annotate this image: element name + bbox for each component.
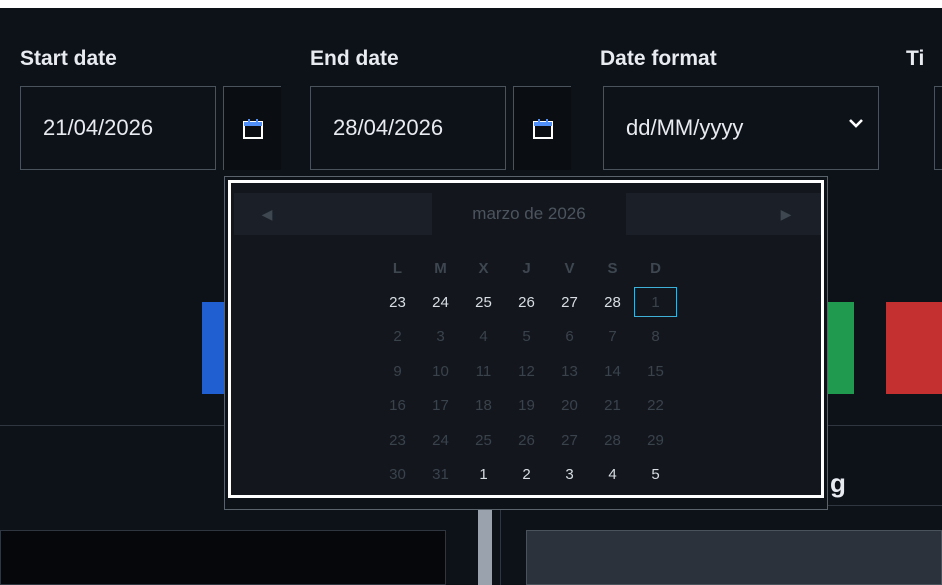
datepicker-day[interactable]: 28 — [591, 287, 634, 317]
datepicker-day[interactable]: 11 — [462, 356, 505, 386]
calendar-icon — [532, 118, 553, 139]
time-input-partial[interactable] — [934, 86, 942, 170]
datepicker-day[interactable]: 27 — [548, 287, 591, 317]
scrollbar-thumb[interactable] — [478, 505, 492, 585]
datepicker-weeks: 23 24 25 26 27 28 1 2 3 4 5 6 7 8 9 10 11 12 13 14 15 16 17 18 1… — [376, 285, 677, 492]
right-panel-input[interactable] — [526, 530, 942, 585]
date-format-select[interactable]: dd/MM/yyyy — [603, 86, 879, 170]
weekday-label: M — [434, 259, 447, 277]
datepicker-popup: ◀ marzo de 2026 ▶ L M X J V S D 23 24 25 26… — [228, 180, 824, 498]
datepicker-day[interactable]: 16 — [376, 391, 419, 421]
datepicker-day[interactable]: 5 — [505, 322, 548, 352]
datepicker-day[interactable]: 20 — [548, 391, 591, 421]
triangle-left-icon: ◀ — [261, 205, 273, 222]
datepicker-day[interactable]: 7 — [591, 322, 634, 352]
end-date-value: 28/04/2026 — [333, 115, 444, 140]
datepicker-day[interactable]: 4 — [462, 322, 505, 352]
weekday-label: X — [478, 259, 489, 277]
datepicker-week-row: 23 24 25 26 27 28 29 — [376, 423, 677, 458]
datepicker-day[interactable]: 24 — [419, 287, 462, 317]
datepicker-day[interactable]: 8 — [634, 322, 677, 352]
section-heading-partial: g — [830, 468, 846, 498]
date-format-value: dd/MM/yyyy — [626, 115, 744, 140]
red-action-button[interactable] — [886, 302, 942, 394]
datepicker-day[interactable]: 17 — [419, 391, 462, 421]
datepicker-month-label[interactable]: marzo de 2026 — [432, 193, 626, 235]
end-date-input[interactable]: 28/04/2026 — [310, 86, 506, 170]
datepicker-next-button[interactable]: ▶ — [771, 193, 801, 235]
time-label-partial: Ti — [906, 47, 925, 70]
datepicker-header: ◀ marzo de 2026 ▶ — [234, 193, 821, 235]
triangle-right-icon: ▶ — [780, 205, 792, 222]
end-date-label: End date — [310, 47, 399, 70]
datepicker-day[interactable]: 14 — [591, 356, 634, 386]
datepicker-day[interactable]: 3 — [419, 322, 462, 352]
datepicker-day[interactable]: 23 — [376, 425, 419, 455]
datepicker-day[interactable]: 26 — [505, 287, 548, 317]
datepicker-day[interactable]: 28 — [591, 425, 634, 455]
datepicker-day[interactable]: 22 — [634, 391, 677, 421]
weekday-label: D — [650, 259, 661, 277]
datepicker-grid: L M X J V S D 23 24 25 26 27 28 1 2 3 4 5 6 7 8 9 10 11 1… — [376, 251, 677, 492]
datepicker-week-row: 30 31 1 2 3 4 5 — [376, 458, 677, 493]
datepicker-day[interactable]: 19 — [505, 391, 548, 421]
datepicker-day[interactable]: 23 — [376, 287, 419, 317]
start-date-label: Start date — [20, 47, 117, 70]
datepicker-day[interactable]: 13 — [548, 356, 591, 386]
top-band — [0, 0, 942, 8]
datepicker-day[interactable]: 2 — [376, 322, 419, 352]
datepicker-day[interactable]: 10 — [419, 356, 462, 386]
datepicker-day[interactable]: 25 — [462, 425, 505, 455]
datepicker-day[interactable]: 1 — [462, 460, 505, 490]
start-date-value: 21/04/2026 — [43, 115, 154, 140]
datepicker-day[interactable]: 4 — [591, 460, 634, 490]
datepicker-prev-button[interactable]: ◀ — [252, 193, 282, 235]
datepicker-week-row: 9 10 11 12 13 14 15 — [376, 354, 677, 389]
datepicker-week-row: 2345678 — [376, 320, 677, 355]
start-date-input[interactable]: 21/04/2026 — [20, 86, 216, 170]
calendar-icon — [242, 118, 263, 139]
start-date-calendar-button[interactable] — [223, 86, 281, 170]
datepicker-day[interactable]: 12 — [505, 356, 548, 386]
datepicker-day[interactable]: 5 — [634, 460, 677, 490]
datepicker-week-row: 16 17 18 19 20 21 22 — [376, 389, 677, 424]
end-date-calendar-button[interactable] — [513, 86, 571, 170]
datepicker-weekday-row: L M X J V S D — [376, 251, 677, 285]
datepicker-day[interactable]: 26 — [505, 425, 548, 455]
datepicker-day[interactable]: 6 — [548, 322, 591, 352]
green-action-button[interactable] — [824, 302, 854, 394]
weekday-label: L — [392, 259, 403, 277]
datepicker-day[interactable]: 29 — [634, 425, 677, 455]
datepicker-day[interactable]: 15 — [634, 356, 677, 386]
datepicker-day[interactable]: 30 — [376, 460, 419, 490]
left-panel — [0, 530, 446, 585]
datepicker-day-selected[interactable]: 1 — [634, 287, 677, 318]
datepicker-week-row: 23 24 25 26 27 28 1 — [376, 285, 677, 320]
datepicker-day[interactable]: 2 — [505, 460, 548, 490]
weekday-label: V — [564, 259, 575, 277]
weekday-label: S — [607, 259, 618, 277]
datepicker-day[interactable]: 3 — [548, 460, 591, 490]
chevron-down-icon — [849, 119, 863, 128]
datepicker-day[interactable]: 24 — [419, 425, 462, 455]
date-format-label: Date format — [600, 47, 717, 70]
datepicker-day[interactable]: 21 — [591, 391, 634, 421]
datepicker-day[interactable]: 31 — [419, 460, 462, 490]
datepicker-day[interactable]: 18 — [462, 391, 505, 421]
datepicker-day[interactable]: 25 — [462, 287, 505, 317]
datepicker-day[interactable]: 9 — [376, 356, 419, 386]
weekday-label: J — [522, 259, 531, 277]
datepicker-day[interactable]: 27 — [548, 425, 591, 455]
